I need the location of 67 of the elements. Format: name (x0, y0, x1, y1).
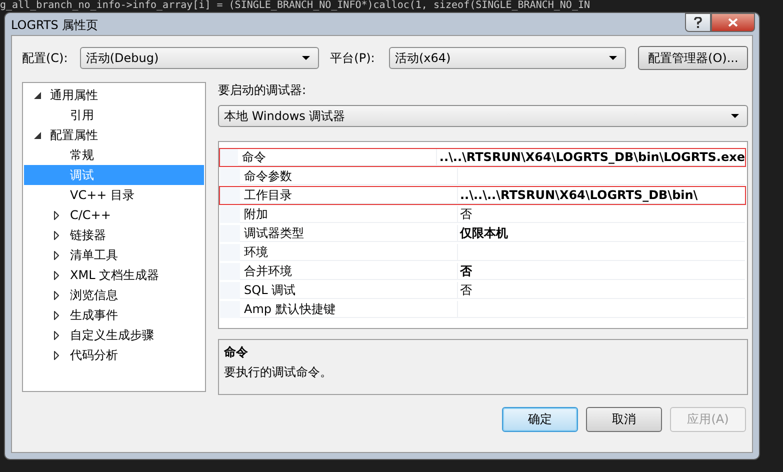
dropdown-arrow-icon (302, 56, 310, 60)
collapsed-triangle-icon[interactable] (54, 310, 59, 320)
property-name: 调试器类型 (240, 225, 458, 242)
close-button[interactable] (711, 13, 755, 32)
property-value: 否 (458, 206, 745, 223)
tree-item[interactable]: 引用 (24, 105, 204, 125)
debugger-dropdown[interactable]: 本地 Windows 调试器 (218, 105, 748, 127)
tree-item[interactable]: 生成事件 (24, 305, 204, 325)
config-dropdown[interactable]: 活动(Debug) (80, 47, 320, 69)
expanded-triangle-icon[interactable] (34, 132, 41, 138)
property-name: 命令参数 (240, 168, 458, 185)
property-value: 仅限本机 (458, 225, 745, 242)
dropdown-arrow-icon (731, 114, 739, 118)
question-mark-icon (694, 17, 702, 28)
collapsed-triangle-icon[interactable] (54, 330, 59, 340)
property-name: 环境 (240, 244, 458, 261)
property-value: 否 (458, 282, 745, 299)
property-row[interactable]: 调试器类型 仅限本机 (219, 224, 746, 243)
property-row[interactable]: 命令 ..\..\RTSRUN\X64\LOGRTS_DB\bin\LOGRTS.exe (219, 148, 746, 167)
close-icon (728, 18, 738, 27)
tree-item[interactable]: 通用属性 (24, 85, 204, 105)
tree-item[interactable]: 自定义生成步骤 (24, 325, 204, 345)
debugger-label: 要启动的调试器: (218, 82, 308, 99)
property-name: 工作目录 (240, 187, 458, 204)
dialog-button[interactable]: 取消 (586, 407, 662, 432)
property-name: SQL 调试 (240, 282, 458, 299)
config-manager-button[interactable]: 配置管理器(O)... (638, 46, 748, 70)
collapsed-triangle-icon[interactable] (54, 250, 59, 260)
collapsed-triangle-icon[interactable] (54, 230, 59, 240)
description-title: 命令 (224, 344, 249, 361)
dialog-button[interactable]: 确定 (502, 407, 578, 432)
property-row[interactable]: 工作目录 ..\..\..\RTSRUN\X64\LOGRTS_DB\bin\ (219, 186, 746, 205)
property-row[interactable]: 合并环境 否 (219, 262, 746, 281)
collapsed-triangle-icon[interactable] (54, 350, 59, 360)
property-row[interactable]: SQL 调试 否 (219, 281, 746, 300)
collapsed-triangle-icon[interactable] (54, 210, 59, 220)
property-row[interactable]: 环境 (219, 243, 746, 262)
collapsed-triangle-icon[interactable] (54, 270, 59, 280)
property-name: 合并环境 (240, 263, 458, 280)
tree-item[interactable]: 代码分析 (24, 345, 204, 365)
property-name: 附加 (240, 206, 458, 223)
tree-item[interactable]: 常规 (24, 145, 204, 165)
property-row[interactable]: Amp 默认快捷键 (219, 300, 746, 319)
platform-label: 平台(P): (330, 50, 376, 66)
help-button[interactable] (685, 13, 711, 32)
property-row[interactable]: 命令参数 (219, 167, 746, 186)
collapsed-triangle-icon[interactable] (54, 290, 59, 300)
property-value: 否 (458, 263, 745, 280)
description-text: 要执行的调试命令。 (224, 364, 333, 381)
property-row[interactable]: 附加 否 (219, 205, 746, 224)
dropdown-arrow-icon (609, 56, 618, 60)
property-value: ..\..\RTSRUN\X64\LOGRTS_DB\bin\LOGRTS.exe (437, 149, 745, 166)
tree-item[interactable]: XML 文档生成器 (24, 265, 204, 285)
window-title: LOGRTS 属性页 (11, 17, 98, 34)
code-line: g_all_branch_no_info->info_array[i] = (SINGLE_BRANCH_NO_INFO*)calloc(1, sizeof(SINGLE_BRANCH_NO_IN (0, 0, 590, 11)
tree-item[interactable]: C/C++ (24, 205, 204, 225)
property-name: Amp 默认快捷键 (240, 301, 458, 318)
platform-dropdown[interactable]: 活动(x64) (388, 47, 626, 69)
property-name: 命令 (238, 149, 438, 166)
property-value: ..\..\..\RTSRUN\X64\LOGRTS_DB\bin\ (458, 187, 745, 204)
tree-item[interactable]: 链接器 (24, 225, 204, 245)
tree-item[interactable]: 清单工具 (24, 245, 204, 265)
tree-item[interactable]: VC++ 目录 (24, 185, 204, 205)
config-label: 配置(C): (22, 50, 69, 66)
tree-item[interactable]: 配置属性 (24, 125, 204, 145)
tree-item[interactable]: 浏览信息 (24, 285, 204, 305)
expanded-triangle-icon[interactable] (34, 92, 41, 98)
